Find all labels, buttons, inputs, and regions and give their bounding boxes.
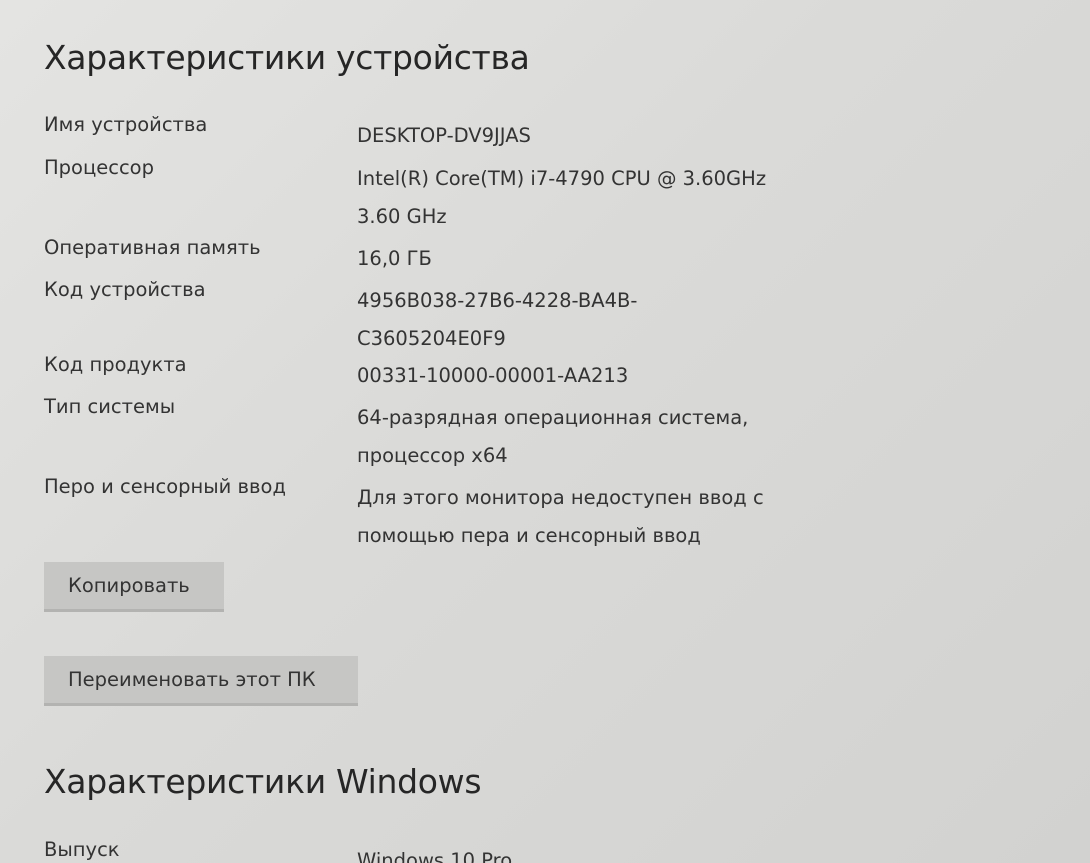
spec-label: Выпуск (44, 838, 120, 861)
spec-value-line: Windows 10 Pro (357, 849, 513, 863)
spec-value: DESKTOP-DV9JJAS (357, 117, 827, 155)
spec-value-line: Для этого монитора недоступен ввод с (357, 486, 764, 509)
spec-label: Код устройства (44, 278, 206, 301)
copy-button[interactable]: Копировать (44, 562, 224, 612)
spec-label: Тип системы (44, 395, 176, 418)
spec-value: 00331-10000-00001-AA213 (357, 357, 827, 395)
spec-value-line: 16,0 ГБ (357, 247, 432, 270)
spec-value: 16,0 ГБ (357, 240, 827, 278)
spec-value-line: DESKTOP-DV9JJAS (357, 124, 531, 147)
spec-value: Intel(R) Core(TM) i7-4790 CPU @ 3.60GHz … (357, 160, 827, 236)
spec-value-line: 4956B038-27B6-4228-BA4B- (357, 289, 638, 312)
spec-label: Код продукта (44, 353, 187, 376)
spec-value-line: C3605204E0F9 (357, 327, 506, 350)
spec-value: 64-разрядная операционная система, проце… (357, 399, 827, 475)
device-specs-title: Характеристики устройства (44, 38, 530, 77)
spec-value-line: процессор x64 (357, 444, 508, 467)
spec-label: Перо и сенсорный ввод (44, 475, 286, 498)
rename-pc-button[interactable]: Переименовать этот ПК (44, 656, 358, 706)
spec-value-line: 00331-10000-00001-AA213 (357, 364, 629, 387)
spec-label: Имя устройства (44, 113, 208, 136)
about-settings-page: Характеристики устройства Имя устройства… (0, 0, 1090, 863)
spec-label: Оперативная память (44, 236, 261, 259)
spec-value: Для этого монитора недоступен ввод с пом… (357, 479, 827, 555)
spec-value: Windows 10 Pro (357, 842, 827, 863)
spec-value-line: 64-разрядная операционная система, (357, 406, 749, 429)
spec-value-line: Intel(R) Core(TM) i7-4790 CPU @ 3.60GHz (357, 167, 767, 190)
spec-value-line: помощью пера и сенсорный ввод (357, 524, 701, 547)
windows-specs-title: Характеристики Windows (44, 762, 482, 801)
spec-value-line: 3.60 GHz (357, 205, 447, 228)
spec-value: 4956B038-27B6-4228-BA4B- C3605204E0F9 (357, 282, 827, 358)
spec-label: Процессор (44, 156, 154, 179)
